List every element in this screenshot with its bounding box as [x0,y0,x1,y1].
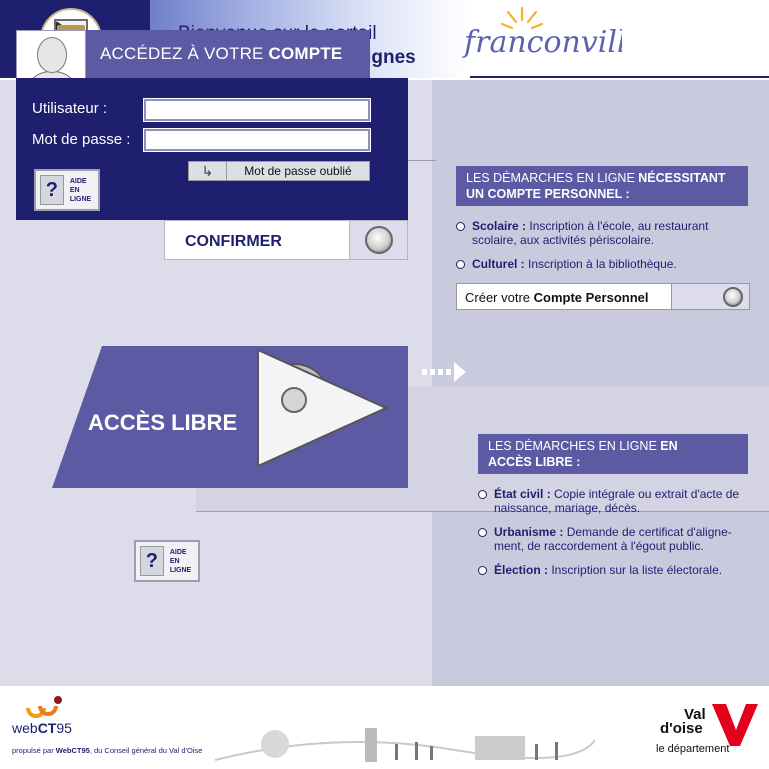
help-online-label: AIDE EN LIGNE [169,548,192,574]
connector-line [408,160,436,161]
valdoise-line3: le département [656,743,730,755]
footer: webCT95 propulsé par WebCT95, du Conseil… [0,686,769,769]
forgot-password-label: Mot de passe oublié [244,164,352,178]
svg-text:franconville: franconville [462,25,622,60]
webct-brand: webCT95 [12,720,72,736]
create-account-button[interactable]: Créer votre Compte Personnel [456,283,750,310]
confirm-button[interactable]: CONFIRMER [164,220,408,260]
compte-section-title: LES DÉMARCHES EN LIGNE NÉCESSITANT UN CO… [456,166,748,206]
create-knob [671,284,749,309]
list-item: Élection : Inscription sur la liste élec… [478,563,748,577]
list-item: État civil : Copie intégrale ou extrait … [478,487,748,515]
libre-list: État civil : Copie intégrale ou extrait … [478,487,748,587]
list-item: Culturel : Inscription à la bibliothèque… [456,257,746,271]
forgot-password-button[interactable]: ↳ Mot de passe oublié [188,161,370,181]
user-label: Utilisateur : [32,100,108,117]
dashed-arrow-icon [422,362,466,382]
help-online-button[interactable]: ? AIDE EN LIGNE [34,169,100,211]
street-scene-illustration [215,728,595,762]
confirm-knob [349,221,407,259]
franconville-logo: franconville [462,6,622,60]
libre-section-title: LES DÉMARCHES EN LIGNE EN ACCÈS LIBRE : [478,434,748,474]
confirm-label: CONFIRMER [185,233,282,250]
create-account-label: Créer votre Compte Personnel [465,290,649,305]
powered-by-text: propulsé par WebCT95, du Conseil général… [12,746,203,755]
password-label: Mot de passe : [32,131,131,148]
help-online-button-libre[interactable]: ? AIDE EN LIGNE [134,540,200,582]
round-button-icon [723,286,743,307]
round-button-icon [364,226,393,254]
login-header: ACCÉDEZ À VOTRE COMPTE [16,30,370,94]
password-input[interactable] [143,128,371,152]
acces-libre-label: ACCÈS LIBRE [88,410,238,435]
list-item: Urbanisme : Demande de certificat d'alig… [478,525,748,553]
question-icon: ? [40,175,64,205]
user-input[interactable] [143,98,371,122]
return-arrow-icon: ↳ [189,162,227,180]
help-online-label: AIDE EN LIGNE [69,177,92,203]
valdoise-line2: d'oise [660,720,703,737]
list-item: Scolaire : Inscription à l'école, au res… [456,219,746,247]
login-title: ACCÉDEZ À VOTRE COMPTE [100,44,343,63]
question-icon: ? [140,546,164,576]
compte-list: Scolaire : Inscription à l'école, au res… [456,219,746,281]
